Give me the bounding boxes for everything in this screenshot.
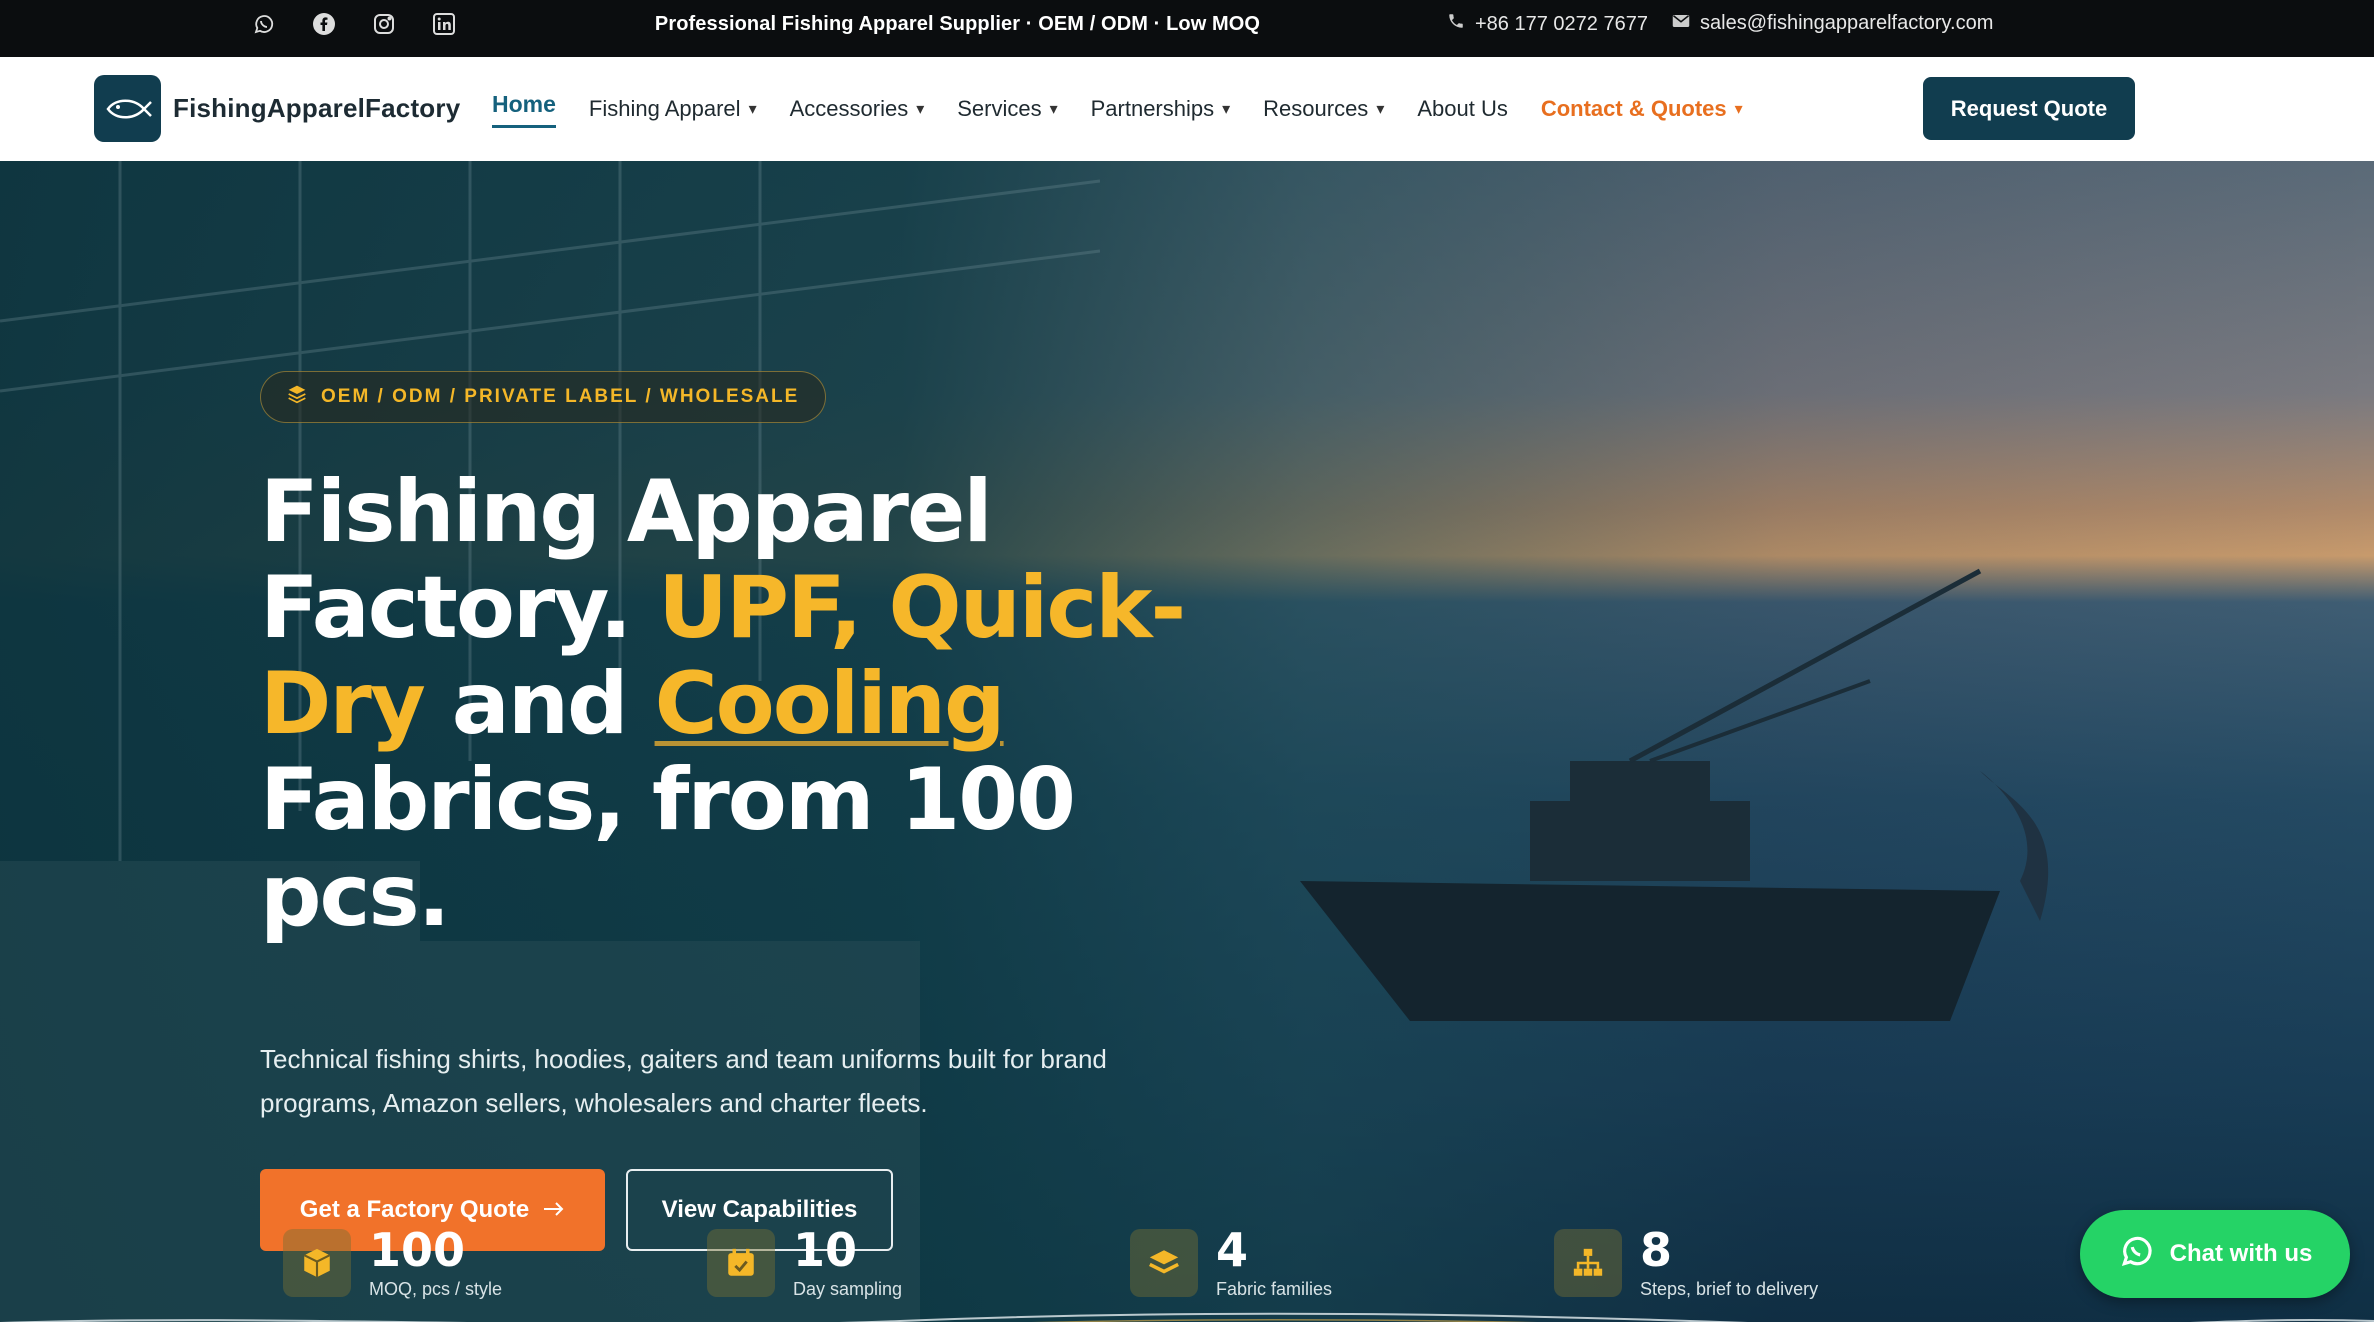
get-factory-quote-label: Get a Factory Quote	[299, 1196, 530, 1223]
arrow-right-icon	[543, 1196, 565, 1224]
logo-text: FishingApparelFactory	[173, 93, 461, 123]
nav-contact-quotes-label: Contact & Quotes	[1540, 96, 1727, 121]
nav-accessories[interactable]: Accessories ▾	[790, 96, 925, 122]
nav-services-label: Services	[957, 96, 1042, 121]
main-navbar: FishingApparelFactory Home Fishing Appar…	[0, 57, 2374, 161]
chevron-down-icon: ▾	[1222, 101, 1231, 118]
hero-section: OEM / ODM / PRIVATE LABEL / WHOLESALE Fi…	[0, 161, 2374, 1322]
stat-sampling-label: Day sampling	[793, 1279, 903, 1299]
stats-row: 100 MOQ, pcs / style 10 Day sampling 4 F…	[0, 1225, 2374, 1322]
nav-home[interactable]: Home	[492, 90, 556, 128]
stat-moq-label: MOQ, pcs / style	[369, 1279, 503, 1299]
nav-accessories-label: Accessories	[789, 96, 909, 121]
stat-steps: 8 Steps, brief to delivery	[1554, 1225, 1818, 1300]
nav-home-label: Home	[492, 90, 556, 117]
headline-highlight2: Cooling	[654, 654, 1006, 754]
nav-services[interactable]: Services ▾	[957, 96, 1057, 122]
box-icon	[283, 1229, 351, 1297]
chevron-down-icon: ▾	[748, 101, 757, 118]
service-pill: OEM / ODM / PRIVATE LABEL / WHOLESALE	[260, 371, 827, 423]
primary-menu: Home Fishing Apparel ▾ Accessories ▾ Servi…	[492, 57, 1776, 161]
nav-about-us-label: About Us	[1417, 96, 1508, 121]
stat-fabrics: 4 Fabric families	[1130, 1225, 1332, 1300]
whatsapp-chat-button[interactable]: Chat with us	[2080, 1210, 2350, 1298]
nav-partnerships[interactable]: Partnerships ▾	[1091, 96, 1231, 122]
chevron-down-icon: ▾	[1376, 101, 1385, 118]
stat-steps-label: Steps, brief to delivery	[1640, 1279, 1819, 1299]
nav-resources[interactable]: Resources ▾	[1263, 96, 1384, 122]
stat-fabrics-label: Fabric families	[1216, 1279, 1333, 1299]
sitemap-icon	[1554, 1229, 1622, 1297]
site-logo[interactable]: FishingApparelFactory	[94, 75, 460, 142]
layers-icon	[287, 384, 307, 410]
chevron-down-icon: ▾	[1049, 101, 1058, 118]
nav-about-us[interactable]: About Us	[1417, 96, 1508, 122]
stat-steps-value: 8	[1640, 1223, 1673, 1277]
headline-part3: Fabrics, from 100 pcs.	[260, 750, 1076, 946]
whatsapp-icon	[2118, 1232, 2156, 1277]
mail-icon	[1672, 12, 1690, 35]
hero-headline: Fishing Apparel Factory. UPF, Quick-Dry …	[260, 464, 1260, 944]
stat-fabrics-value: 4	[1216, 1223, 1249, 1277]
headline-part2: and	[423, 654, 655, 754]
phone-contact[interactable]: +86 177 0272 7677	[1447, 12, 1648, 36]
hero-subtext: Technical fishing shirts, hoodies, gaite…	[260, 1044, 1107, 1118]
stat-sampling-value: 10	[793, 1223, 858, 1277]
fishing-boat-image	[1300, 568, 2049, 1021]
chevron-down-icon: ▾	[916, 101, 925, 118]
nav-partnerships-label: Partnerships	[1090, 96, 1215, 121]
email-contact[interactable]: sales@fishingapparelfactory.com	[1672, 12, 1993, 35]
layers-icon	[1130, 1229, 1198, 1297]
nav-resources-label: Resources	[1263, 96, 1369, 121]
chat-label: Chat with us	[2169, 1240, 2313, 1267]
fish-logo-icon	[94, 75, 161, 142]
stat-moq-value: 100	[369, 1223, 466, 1277]
stat-moq: 100 MOQ, pcs / style	[283, 1225, 502, 1300]
calendar-check-icon	[707, 1229, 775, 1297]
nav-fishing-apparel-label: Fishing Apparel	[588, 96, 741, 121]
service-pill-label: OEM / ODM / PRIVATE LABEL / WHOLESALE	[321, 386, 800, 407]
nav-fishing-apparel[interactable]: Fishing Apparel ▾	[589, 96, 757, 122]
chevron-down-icon: ▾	[1734, 101, 1743, 118]
phone-icon	[1447, 12, 1465, 36]
email-address: sales@fishingapparelfactory.com	[1700, 12, 1994, 34]
stat-sampling: 10 Day sampling	[707, 1225, 902, 1300]
top-bar: Professional Fishing Apparel Supplier · …	[0, 0, 2374, 57]
phone-number: +86 177 0272 7677	[1475, 12, 1648, 35]
nav-contact-quotes[interactable]: Contact & Quotes ▾	[1541, 96, 1743, 122]
request-quote-button[interactable]: Request Quote	[1923, 77, 2135, 140]
